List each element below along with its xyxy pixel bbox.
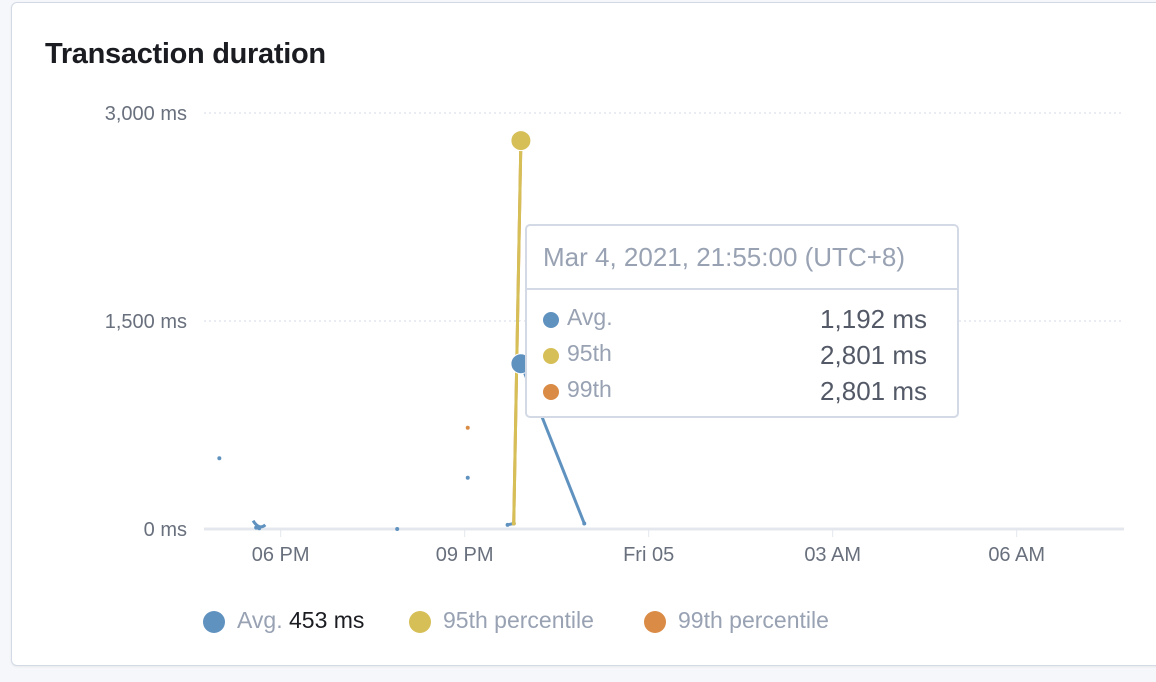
avg-dot-icon bbox=[543, 312, 559, 328]
x-tick-label: 09 PM bbox=[436, 544, 494, 566]
series-line bbox=[512, 140, 523, 524]
legend-label: 95th percentile bbox=[443, 607, 594, 633]
tooltip-value: 2,801 ms bbox=[820, 376, 927, 406]
series-point bbox=[465, 475, 470, 480]
x-tick-label: 06 PM bbox=[252, 544, 310, 566]
x-tick-label: Fri 05 bbox=[623, 544, 674, 566]
legend-label: Avg. bbox=[237, 607, 283, 633]
chart-tooltip: Mar 4, 2021, 21:55:00 (UTC+8) Avg. 1,192… bbox=[525, 224, 959, 418]
tooltip-row-p99: 99th 2,801 ms bbox=[543, 376, 927, 412]
tooltip-label: 99th bbox=[567, 376, 612, 402]
p99-legend-dot-icon bbox=[644, 611, 666, 633]
x-tick-label: 03 AM bbox=[804, 544, 861, 566]
p95-legend-dot-icon bbox=[409, 611, 431, 633]
tooltip-label: 95th bbox=[567, 340, 612, 366]
x-tick-label: 06 AM bbox=[988, 544, 1045, 566]
avg-legend-dot-icon bbox=[203, 611, 225, 633]
y-tick-label: 0 ms bbox=[144, 519, 187, 541]
y-tick-label: 3,000 ms bbox=[105, 103, 187, 125]
tooltip-header: Mar 4, 2021, 21:55:00 (UTC+8) bbox=[527, 226, 957, 290]
p99-dot-icon bbox=[543, 384, 559, 400]
legend-value: 453 ms bbox=[289, 607, 365, 633]
tooltip-row-avg: Avg. 1,192 ms bbox=[543, 304, 927, 340]
series-point bbox=[395, 527, 400, 531]
y-tick-label: 1,500 ms bbox=[105, 311, 187, 333]
series-point bbox=[465, 425, 470, 430]
tooltip-label: Avg. bbox=[567, 304, 613, 330]
legend-label: 99th percentile bbox=[678, 607, 829, 633]
series-line bbox=[251, 519, 267, 529]
tooltip-value: 2,801 ms bbox=[820, 340, 927, 370]
tooltip-row-p95: 95th 2,801 ms bbox=[543, 340, 927, 376]
p95-hover-marker bbox=[510, 130, 532, 152]
tooltip-value: 1,192 ms bbox=[820, 304, 927, 334]
p95-dot-icon bbox=[543, 348, 559, 364]
series-point bbox=[217, 456, 222, 461]
